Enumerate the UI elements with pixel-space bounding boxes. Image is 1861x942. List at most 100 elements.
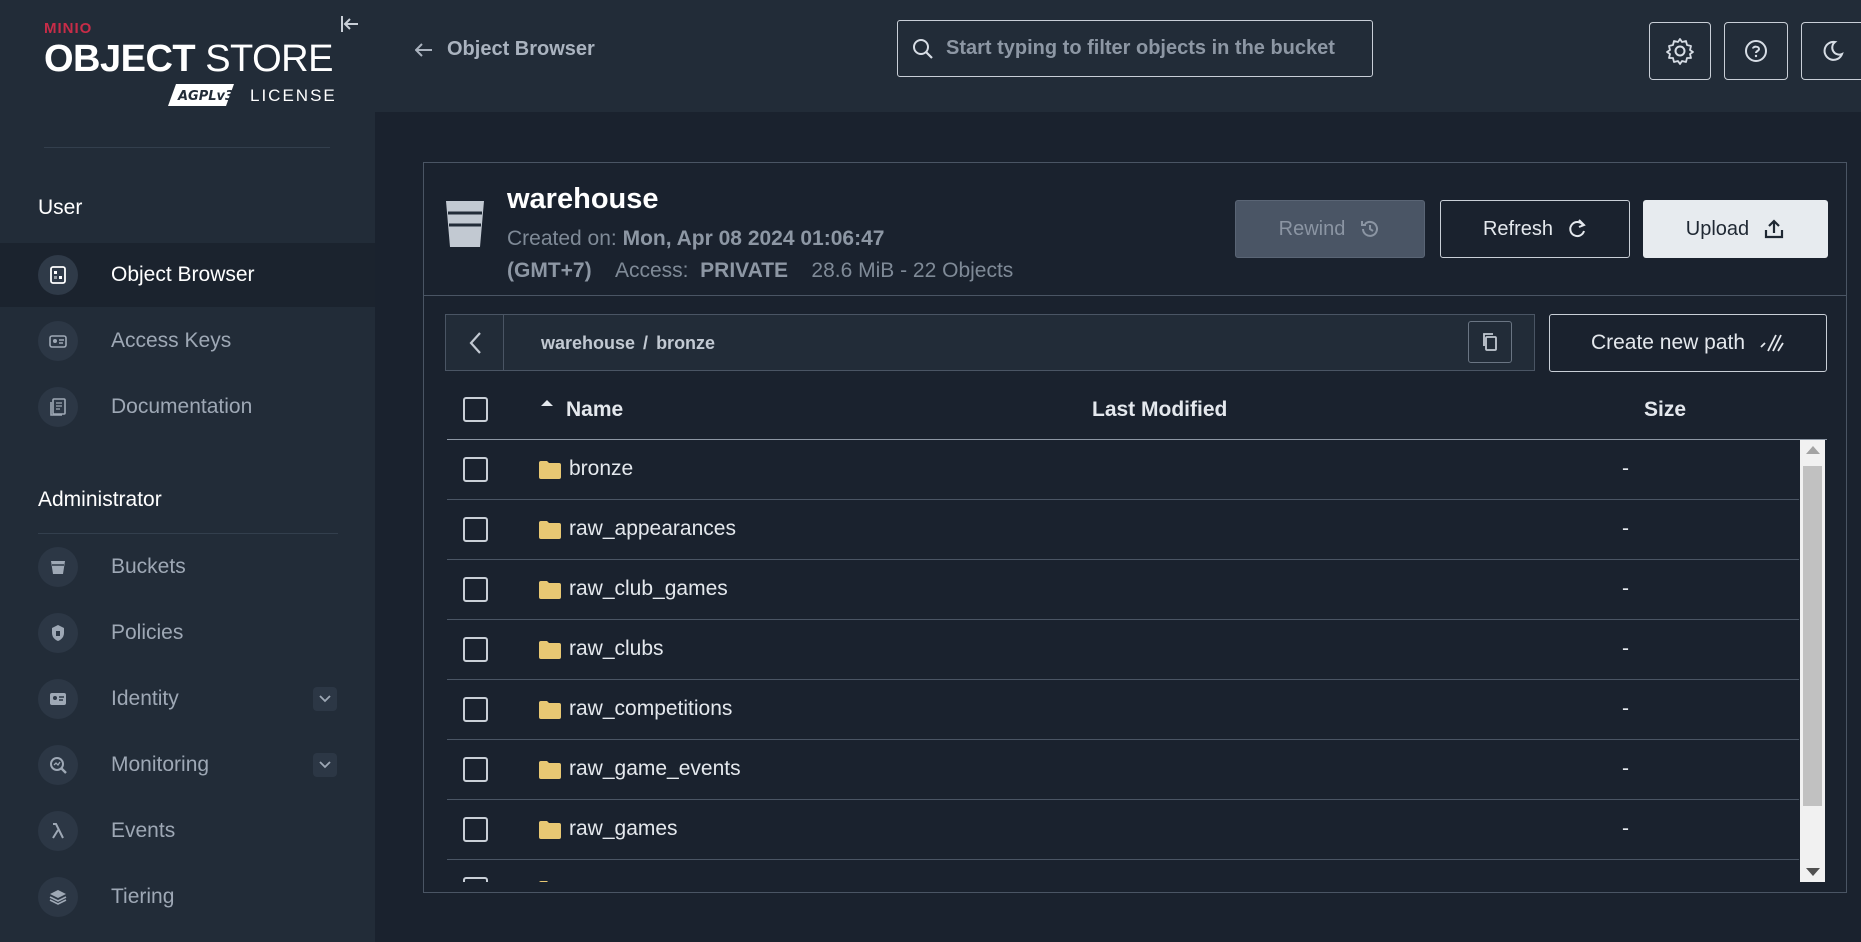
logo-minio-text: MINIO: [44, 20, 93, 37]
settings-button[interactable]: [1649, 22, 1711, 80]
scroll-up-arrow-icon[interactable]: [1806, 446, 1820, 454]
table-row[interactable]: raw_game_events -: [447, 740, 1799, 800]
top-header: Object Browser: [375, 0, 1861, 112]
chevron-down-icon[interactable]: [313, 753, 337, 777]
table-row[interactable]: raw_appearances -: [447, 500, 1799, 560]
arrow-left-icon: [415, 42, 432, 57]
chevron-down-icon[interactable]: [313, 687, 337, 711]
access-keys-icon: [38, 321, 78, 361]
bucket-meta: Created on: Mon, Apr 08 2024 01:06:47 (G…: [507, 223, 1013, 287]
nav-label: Buckets: [111, 555, 186, 578]
rewind-button[interactable]: Rewind: [1235, 200, 1425, 258]
folder-icon: [539, 701, 561, 719]
row-checkbox[interactable]: [463, 877, 488, 882]
nav-label: Policies: [111, 621, 184, 644]
breadcrumb-segment[interactable]: bronze: [656, 333, 715, 354]
identity-icon: [38, 679, 78, 719]
timezone: (GMT+7): [507, 259, 592, 282]
logo-object-text: OBJECT: [44, 38, 196, 80]
refresh-label: Refresh: [1482, 217, 1554, 240]
row-checkbox[interactable]: [463, 517, 488, 542]
monitoring-icon: [38, 745, 78, 785]
nav-label: Documentation: [111, 395, 253, 418]
search-box[interactable]: [897, 20, 1373, 77]
table-header: Name Last Modified Size: [447, 390, 1827, 440]
collapse-sidebar-icon[interactable]: [338, 12, 362, 36]
theme-toggle-button[interactable]: [1801, 22, 1861, 80]
minio-logo[interactable]: MINIO OBJECT STORE AGPLv3 LICENSE: [44, 20, 337, 110]
upload-button[interactable]: Upload: [1643, 200, 1828, 258]
breadcrumb-back-button[interactable]: [446, 315, 504, 370]
table-row[interactable]: bronze -: [447, 440, 1799, 500]
bucket-icon: [38, 547, 78, 587]
row-checkbox[interactable]: [463, 637, 488, 662]
nav-object-browser[interactable]: Object Browser: [0, 243, 375, 307]
settings-icon: [1666, 38, 1694, 65]
folder-icon: [539, 821, 561, 839]
back-to-object-browser[interactable]: Object Browser: [415, 38, 595, 61]
table-row[interactable]: raw_club_games -: [447, 560, 1799, 620]
access-value: PRIVATE: [700, 259, 789, 282]
nav-access-keys[interactable]: Access Keys: [0, 309, 375, 373]
breadcrumb-bar: warehouse / bronze: [445, 314, 1535, 371]
copy-icon: [1483, 333, 1497, 351]
nav-buckets[interactable]: Buckets: [0, 535, 375, 599]
theme-toggle-icon: [1823, 40, 1844, 61]
object-list: bronze - raw_appearances - raw_club_games - ra…: [447, 440, 1799, 882]
created-label: Created on:: [507, 227, 617, 250]
nav-label: Tiering: [111, 885, 175, 908]
breadcrumb: warehouse / bronze: [541, 333, 715, 354]
search-input[interactable]: [946, 37, 1346, 60]
tiering-icon: [38, 877, 78, 917]
search-icon: [913, 38, 933, 59]
column-header-size[interactable]: Size: [1644, 398, 1686, 422]
table-row[interactable]: raw_games -: [447, 800, 1799, 860]
nav-identity[interactable]: Identity: [0, 667, 375, 731]
documentation-icon: [38, 387, 78, 427]
row-checkbox[interactable]: [463, 457, 488, 482]
object-name: raw_games: [569, 817, 678, 840]
row-checkbox[interactable]: [463, 817, 488, 842]
bucket-icon: [446, 201, 484, 247]
nav-tiering[interactable]: Tiering: [0, 865, 375, 929]
scroll-thumb[interactable]: [1803, 466, 1822, 806]
nav-policies[interactable]: Policies: [0, 601, 375, 665]
logo-license-text: LICENSE: [250, 86, 337, 105]
row-checkbox[interactable]: [463, 757, 488, 782]
folder-icon: [539, 521, 561, 539]
table-row[interactable]: raw_competitions -: [447, 680, 1799, 740]
refresh-icon: [1569, 219, 1586, 238]
scrollbar[interactable]: [1800, 440, 1825, 882]
select-all-checkbox[interactable]: [463, 397, 488, 422]
object-size: -: [1622, 517, 1629, 540]
table-row[interactable]: raw_clubs -: [447, 620, 1799, 680]
access-label: Access:: [614, 259, 689, 282]
create-new-path-button[interactable]: Create new path: [1549, 314, 1827, 372]
bucket-name: warehouse: [507, 183, 659, 215]
row-checkbox[interactable]: [463, 577, 488, 602]
help-button[interactable]: [1724, 22, 1788, 80]
created-value: Mon, Apr 08 2024 01:06:47: [622, 227, 885, 250]
scroll-down-arrow-icon[interactable]: [1806, 868, 1820, 876]
nav-monitoring[interactable]: Monitoring: [0, 733, 375, 797]
row-checkbox[interactable]: [463, 697, 488, 722]
nav-label: Object Browser: [111, 263, 255, 286]
object-size: -: [1622, 757, 1629, 780]
nav-events[interactable]: Events: [0, 799, 375, 863]
refresh-button[interactable]: Refresh: [1440, 200, 1630, 258]
column-header-name[interactable]: Name: [566, 398, 623, 422]
object-name: raw_competitions: [569, 697, 733, 720]
object-browser-icon: [38, 255, 78, 295]
folder-icon: [539, 881, 548, 882]
copy-path-button[interactable]: [1468, 321, 1512, 363]
object-size: -: [1622, 577, 1629, 600]
sort-ascending-icon[interactable]: [540, 399, 554, 407]
breadcrumb-segment[interactable]: warehouse: [541, 333, 635, 354]
column-header-last-modified[interactable]: Last Modified: [1092, 398, 1227, 422]
table-row[interactable]: [447, 860, 1799, 882]
create-new-path-label: Create new path: [1590, 331, 1746, 354]
upload-label: Upload: [1685, 217, 1750, 240]
nav-documentation[interactable]: Documentation: [0, 375, 375, 439]
policy-icon: [38, 613, 78, 653]
bucket-info-card: warehouse Created on: Mon, Apr 08 2024 0…: [423, 162, 1847, 296]
